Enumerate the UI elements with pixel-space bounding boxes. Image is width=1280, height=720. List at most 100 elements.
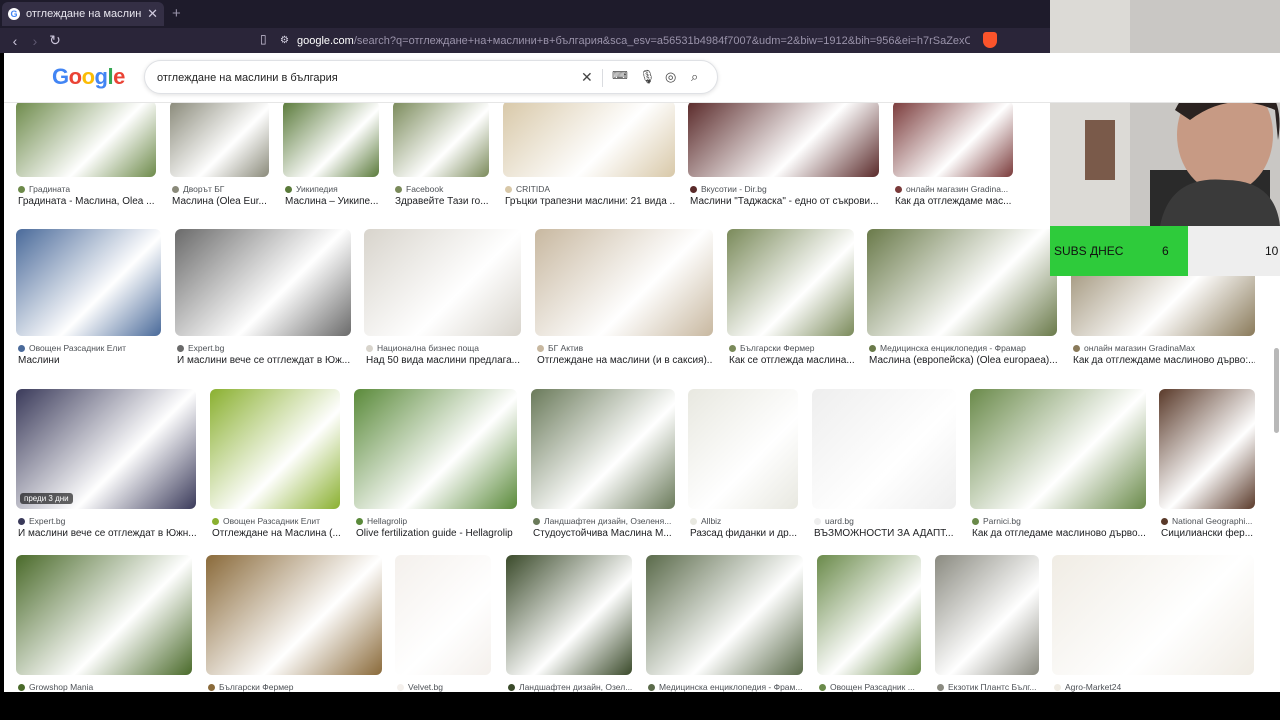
url-bar[interactable]: ⚙ google.com/search?q=отглеждане+на+масл… [280, 30, 970, 51]
result-source[interactable]: Parnici.bg [972, 516, 1146, 526]
result-thumbnail[interactable] [503, 101, 675, 177]
brave-shield-icon[interactable] [983, 32, 997, 48]
result-source[interactable]: Овощен Разсадник ... [819, 682, 921, 692]
result-source[interactable]: Allbiz [690, 516, 798, 526]
result-thumbnail[interactable] [16, 101, 156, 177]
result-source[interactable]: uard.bg [814, 516, 956, 526]
result-thumbnail[interactable] [727, 229, 854, 336]
result-title[interactable]: Здравейте Тази го... [395, 196, 489, 207]
search-icon[interactable]: ⌕ [691, 69, 698, 85]
result-thumbnail[interactable] [935, 555, 1039, 675]
image-result[interactable]: Parnici.bg Как да отгледаме маслиново дър… [970, 389, 1146, 545]
result-source[interactable]: Agro-Market24 [1054, 682, 1254, 692]
result-title[interactable]: Маслини [18, 355, 161, 366]
microphone-icon[interactable]: 🎙 [639, 69, 656, 85]
result-source[interactable]: Velvet.bg [397, 682, 491, 692]
image-result[interactable]: National Geographi... Сицилиански фер... [1159, 389, 1255, 545]
result-source[interactable]: National Geographi... [1161, 516, 1255, 526]
result-title[interactable]: Отглеждане на маслини (и в саксия)... [537, 355, 713, 366]
result-source[interactable]: Facebook [395, 184, 489, 194]
result-title[interactable]: И маслини вече се отглеждат в Южн... [18, 528, 196, 539]
result-source[interactable]: Медицинска енциклопедия - Фрам... [648, 682, 803, 692]
image-result[interactable]: Allbiz Разсад фиданки и др... [688, 389, 798, 545]
result-thumbnail[interactable] [393, 101, 489, 177]
result-source[interactable]: Дворът БГ [172, 184, 269, 194]
result-source[interactable]: Ландшафтен дизайн, Озеленя... [533, 516, 675, 526]
result-thumbnail[interactable] [812, 389, 956, 509]
result-thumbnail[interactable] [817, 555, 921, 675]
result-source[interactable]: Български Фермер [729, 343, 854, 353]
result-title[interactable]: Маслина (европейска) (Olea europaea)... [869, 355, 1057, 366]
image-result[interactable]: Agro-Market24 [1052, 555, 1254, 692]
result-thumbnail[interactable] [970, 389, 1146, 509]
result-source[interactable]: CRITIDA [505, 184, 675, 194]
result-source[interactable]: Вкусотии - Dir.bg [690, 184, 879, 194]
scrollbar[interactable] [1274, 348, 1279, 433]
result-title[interactable]: Гръцки трапезни маслини: 21 вида ... [505, 196, 675, 207]
result-source[interactable]: Медицинска енциклопедия - Фрамар [869, 343, 1057, 353]
result-title[interactable]: ВЪЗМОЖНОСТИ ЗА АДАПТ... [814, 528, 956, 539]
result-thumbnail[interactable] [1159, 389, 1255, 509]
image-result[interactable]: Velvet.bg [395, 555, 491, 692]
image-result[interactable]: Facebook Здравейте Тази го... [393, 101, 489, 213]
image-result[interactable]: Медицинска енциклопедия - Фрамар Маслина … [867, 229, 1057, 372]
result-source[interactable]: Български Фермер [208, 682, 382, 692]
back-icon[interactable]: ‹ [5, 33, 25, 49]
image-result[interactable]: Български Фермер Как се отглежда маслина.… [727, 229, 854, 372]
result-title[interactable]: Маслина (Olea Eur... [172, 196, 269, 207]
forward-icon[interactable]: › [25, 33, 45, 49]
google-logo[interactable]: Google [52, 64, 125, 90]
result-thumbnail[interactable] [206, 555, 382, 675]
result-title[interactable]: Студоустойчива Маслина М... [533, 528, 675, 539]
image-result[interactable]: Hellagrolip Olive fertilization guide - H… [354, 389, 517, 545]
result-title[interactable]: И маслини вече се отглеждат в Юж... [177, 355, 351, 366]
reload-icon[interactable]: ↻ [45, 32, 65, 49]
image-result[interactable]: Уикипедия Маслина – Уикипе... [283, 101, 379, 213]
browser-tab[interactable]: G отглеждане на маслини в българ... ✕ [2, 2, 164, 26]
result-title[interactable]: Как да отглеждаме мас... [895, 196, 1013, 207]
result-title[interactable]: Маслина – Уикипе... [285, 196, 379, 207]
image-result[interactable]: Growshop Mania [16, 555, 192, 692]
result-source[interactable]: БГ Актив [537, 343, 713, 353]
result-source[interactable]: онлайн магазин GradinaMax [1073, 343, 1255, 353]
result-thumbnail[interactable]: преди 3 дни [16, 389, 196, 509]
result-source[interactable]: Hellagrolip [356, 516, 517, 526]
image-result[interactable]: Овощен Разсадник Елит Отглеждане на Масли… [210, 389, 340, 545]
result-thumbnail[interactable] [16, 555, 192, 675]
close-tab-icon[interactable]: ✕ [147, 6, 158, 22]
result-thumbnail[interactable] [535, 229, 713, 336]
result-thumbnail[interactable] [893, 101, 1013, 177]
image-result[interactable]: Ландшафтен дизайн, Озеленя... Студоустойч… [531, 389, 675, 545]
image-result[interactable]: Градината Градината - Маслина, Olea ... [16, 101, 156, 213]
image-result[interactable]: Български Фермер [206, 555, 382, 692]
clear-icon[interactable]: ✕ [581, 69, 593, 86]
result-title[interactable]: Olive fertilization guide - Hellagrolip [356, 528, 517, 539]
keyboard-icon[interactable]: ⌨ [612, 69, 628, 82]
result-thumbnail[interactable] [364, 229, 521, 336]
result-source[interactable]: Овощен Разсадник Елит [212, 516, 340, 526]
image-result[interactable]: онлайн магазин Gradina... Как да отглежда… [893, 101, 1013, 213]
bookmark-icon[interactable]: ▯ [260, 32, 267, 46]
result-source[interactable]: Expert.bg [18, 516, 196, 526]
image-result[interactable]: Екзотик Плантс Бълг... [935, 555, 1039, 692]
image-result[interactable]: Ландшафтен дизайн, Озел... [506, 555, 632, 692]
new-tab-icon[interactable]: + [172, 5, 181, 22]
result-source[interactable]: Ландшафтен дизайн, Озел... [508, 682, 632, 692]
image-result[interactable]: uard.bg ВЪЗМОЖНОСТИ ЗА АДАПТ... [812, 389, 956, 545]
result-source[interactable]: Уикипедия [285, 184, 379, 194]
image-result[interactable]: преди 3 дни Expert.bg И маслини вече се от… [16, 389, 196, 545]
result-source[interactable]: Градината [18, 184, 156, 194]
search-input[interactable] [157, 68, 577, 88]
result-title[interactable]: Разсад фиданки и др... [690, 528, 798, 539]
result-thumbnail[interactable] [16, 229, 161, 336]
image-result[interactable]: Вкусотии - Dir.bg Маслини "Таджаска" - ед… [688, 101, 879, 213]
image-result[interactable]: Expert.bg И маслини вече се отглеждат в Ю… [175, 229, 351, 372]
image-result[interactable]: Медицинска енциклопедия - Фрам... [646, 555, 803, 692]
result-source[interactable]: Growshop Mania [18, 682, 192, 692]
image-result[interactable]: Овощен Разсадник ... [817, 555, 921, 692]
result-thumbnail[interactable] [283, 101, 379, 177]
result-thumbnail[interactable] [531, 389, 675, 509]
lens-icon[interactable]: ◎ [665, 69, 676, 85]
result-source[interactable]: Овощен Разсадник Елит [18, 343, 161, 353]
site-info-icon[interactable]: ⚙ [280, 35, 289, 46]
